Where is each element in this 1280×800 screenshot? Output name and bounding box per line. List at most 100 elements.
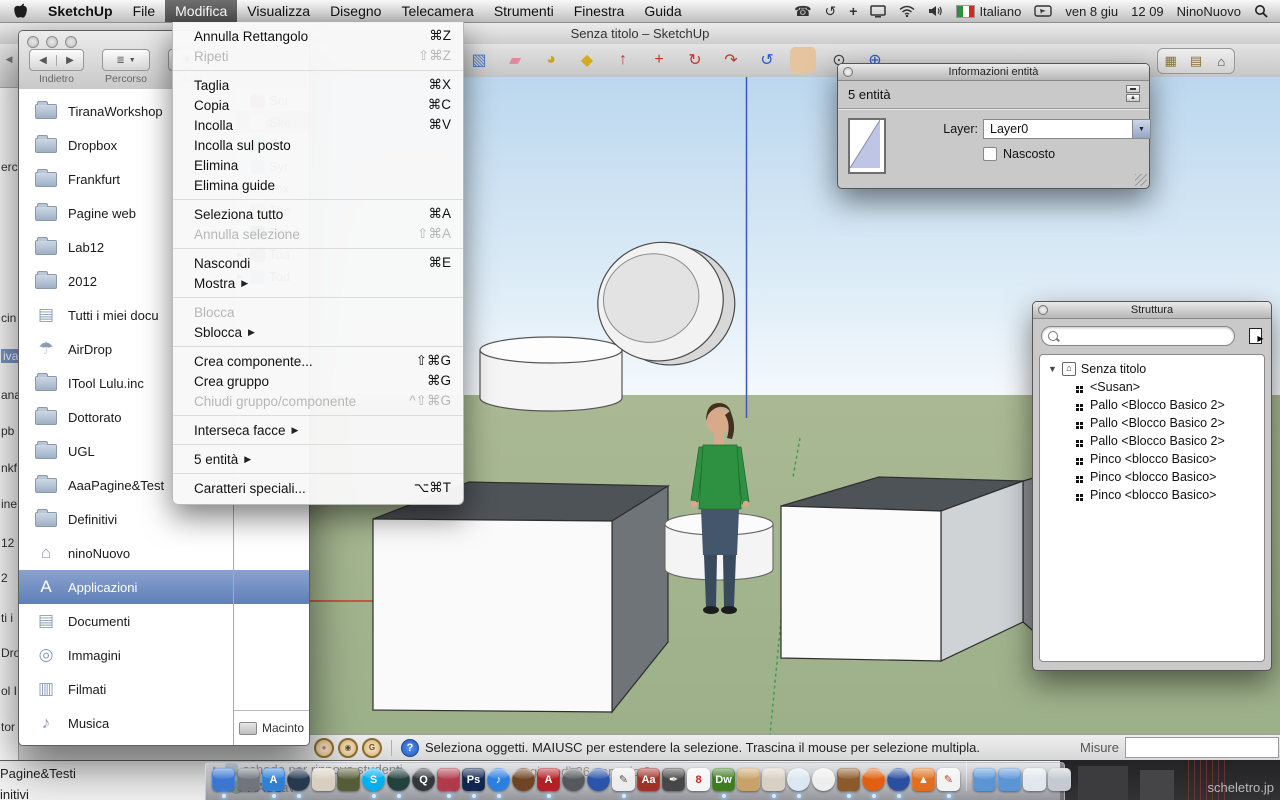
- menu-item[interactable]: Ripeti ⇧⌘Z: [173, 46, 463, 66]
- outliner-item[interactable]: <Susan>: [1040, 378, 1264, 396]
- phone-icon[interactable]: ☎: [794, 3, 811, 20]
- menu-item[interactable]: Mostra ▶: [173, 273, 463, 293]
- dock-app-store[interactable]: A: [262, 768, 285, 791]
- back-icon[interactable]: ◀: [30, 55, 56, 66]
- dock-itunes[interactable]: ♪: [487, 768, 510, 791]
- menu-date[interactable]: ven 8 giu: [1065, 4, 1118, 19]
- dock-spinner[interactable]: [812, 768, 835, 791]
- dock-photoshop[interactable]: Ps: [462, 768, 485, 791]
- dock-dreamweaver[interactable]: Dw: [712, 768, 735, 791]
- path-button[interactable]: ≣▼: [102, 49, 150, 71]
- collapse-control[interactable]: ▲: [1126, 85, 1140, 103]
- menu-bar-item[interactable]: Visualizza: [237, 0, 320, 22]
- push-pull-tool[interactable]: ↑: [610, 47, 636, 73]
- palette-title-bar[interactable]: Struttura: [1033, 302, 1271, 319]
- dock-ical[interactable]: 8: [687, 768, 710, 791]
- dock-pages[interactable]: ✎: [612, 768, 635, 791]
- dock-photos-badge[interactable]: [762, 768, 785, 791]
- iso-view[interactable]: ▦: [1160, 51, 1182, 71]
- status-coin-3[interactable]: G: [362, 738, 382, 758]
- menu-item[interactable]: Chiudi gruppo/componente ^⇧⌘G: [173, 391, 463, 411]
- menu-item[interactable]: Sblocca ▶: [173, 322, 463, 342]
- menu-item[interactable]: Elimina: [173, 155, 463, 175]
- dock-separator[interactable]: [966, 761, 967, 791]
- user-menu[interactable]: NinoNuovo: [1177, 4, 1241, 19]
- menu-bar-item[interactable]: Finestra: [564, 0, 635, 22]
- menu-bar-item[interactable]: Disegno: [320, 0, 391, 22]
- menu-item[interactable]: Annulla selezione ⇧⌘A: [173, 224, 463, 244]
- outliner-search-field[interactable]: [1041, 326, 1235, 346]
- menu-bar-item[interactable]: Telecamera: [391, 0, 483, 22]
- spotlight-icon[interactable]: [1254, 4, 1268, 18]
- input-switcher-icon[interactable]: [1034, 5, 1052, 17]
- crosshair-icon[interactable]: +: [849, 3, 857, 19]
- dock-blue-orb[interactable]: [587, 768, 610, 791]
- dock-garageband[interactable]: [512, 768, 535, 791]
- dock-safari-light[interactable]: [787, 768, 810, 791]
- dock-trash[interactable]: [1048, 768, 1071, 791]
- dock-photos[interactable]: [312, 768, 335, 791]
- dock-skype[interactable]: S: [362, 768, 385, 791]
- dock-folder-blue[interactable]: [998, 768, 1021, 791]
- forward-icon[interactable]: ▶: [56, 55, 83, 66]
- dock-shared-folder[interactable]: [973, 768, 996, 791]
- hidden-checkbox[interactable]: [983, 147, 997, 161]
- close-icon[interactable]: [1038, 305, 1048, 315]
- menu-item[interactable]: 5 entità ▶: [173, 449, 463, 469]
- follow-me-tool[interactable]: ↷: [718, 47, 744, 73]
- menu-item[interactable]: Caratteri speciali... ⌥⌘T: [173, 478, 463, 498]
- rotate-tool[interactable]: ↻: [682, 47, 708, 73]
- menu-item[interactable]: Copia ⌘C: [173, 95, 463, 115]
- menu-item[interactable]: Nascondi ⌘E: [173, 253, 463, 273]
- minimize-button[interactable]: [46, 36, 58, 48]
- zoom-button[interactable]: [65, 36, 77, 48]
- menu-bar-item[interactable]: File: [123, 0, 166, 22]
- language-menu[interactable]: Italiano: [956, 4, 1021, 19]
- left-cube[interactable]: [373, 482, 668, 712]
- close-button[interactable]: [27, 36, 39, 48]
- dock-box-tan[interactable]: [737, 768, 760, 791]
- left-cylinder[interactable]: [480, 337, 622, 411]
- outliner-item[interactable]: Pallo <Blocco Basico 2>: [1040, 432, 1264, 450]
- outliner-item[interactable]: Pallo <Blocco Basico 2>: [1040, 396, 1264, 414]
- status-coin-1[interactable]: ●: [314, 738, 334, 758]
- dock-firefox[interactable]: [862, 768, 885, 791]
- layer-dropdown[interactable]: Layer0 ▼: [983, 119, 1151, 139]
- move-tool[interactable]: +: [646, 47, 672, 73]
- menu-item[interactable]: Annulla Rettangolo ⌘Z: [173, 26, 463, 46]
- dock-documents-stack[interactable]: [1023, 768, 1046, 791]
- menu-item[interactable]: Elimina guide: [173, 175, 463, 195]
- disclosure-triangle-icon[interactable]: ▼: [1048, 364, 1057, 374]
- dock-acrobat[interactable]: A: [537, 768, 560, 791]
- back-forward-buttons[interactable]: ◀▶: [29, 49, 84, 71]
- menu-bar-item[interactable]: Guida: [634, 0, 691, 22]
- display-icon[interactable]: [870, 5, 886, 18]
- chevron-down-icon[interactable]: ▼: [1132, 120, 1150, 138]
- dock-finder[interactable]: [212, 768, 235, 791]
- menu-item[interactable]: Seleziona tutto ⌘A: [173, 204, 463, 224]
- menu-bar-item[interactable]: Modifica: [165, 0, 237, 22]
- menu-item[interactable]: Incolla sul posto: [173, 135, 463, 155]
- pan-tool[interactable]: [790, 47, 816, 73]
- eraser-tool[interactable]: ▰: [502, 47, 528, 73]
- home-view[interactable]: ⌂: [1210, 51, 1232, 71]
- volume-icon[interactable]: [928, 5, 943, 17]
- menu-item[interactable]: Crea gruppo ⌘G: [173, 371, 463, 391]
- menu-bar-item[interactable]: Strumenti: [484, 0, 564, 22]
- outliner-item[interactable]: Pallo <Blocco Basico 2>: [1040, 414, 1264, 432]
- time-machine-icon[interactable]: ↺: [825, 3, 837, 20]
- dock-ink[interactable]: ✒: [662, 768, 685, 791]
- finder-path-bar[interactable]: Macinto: [233, 710, 309, 745]
- menu-item[interactable]: Crea componente... ⇧⌘G: [173, 351, 463, 371]
- search-input[interactable]: [1062, 328, 1234, 344]
- dock-rocket[interactable]: [437, 768, 460, 791]
- measurements-input[interactable]: [1125, 737, 1279, 758]
- dock-fetch-dog[interactable]: [837, 768, 860, 791]
- outliner-item[interactable]: Pinco <blocco Basico>: [1040, 450, 1264, 468]
- collapse-icon[interactable]: [1126, 85, 1140, 93]
- dock-vlc[interactable]: ▲: [912, 768, 935, 791]
- apple-menu[interactable]: [0, 0, 38, 22]
- palette-title-bar[interactable]: Informazioni entità: [838, 64, 1149, 81]
- expand-icon[interactable]: ▲: [1126, 94, 1140, 102]
- paint-bucket-tool[interactable]: ◆: [574, 47, 600, 73]
